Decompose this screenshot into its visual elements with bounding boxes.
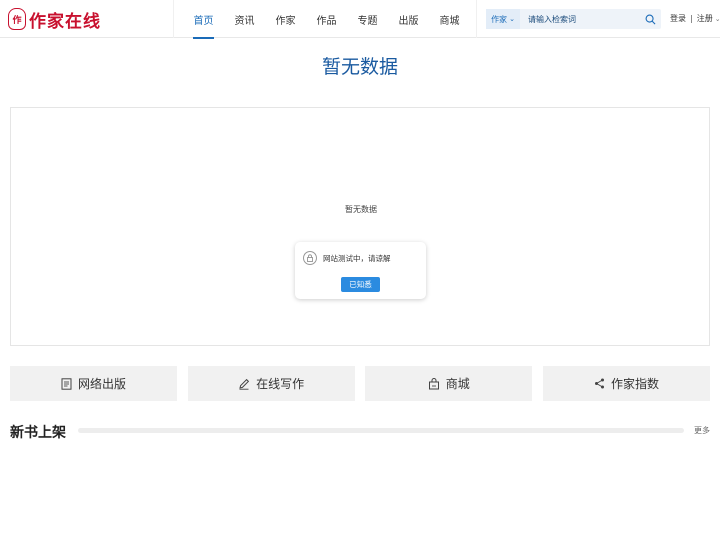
search-button[interactable] [639,9,661,29]
page-title: 暂无数据 [321,56,398,78]
nav-item-publishing[interactable]: 出版 [388,0,429,38]
logo-text: 作家在线 [29,11,101,32]
acknowledge-button[interactable]: 已知悉 [341,277,380,292]
nav-item-works[interactable]: 作品 [306,0,347,38]
dialog-message: 网站测试中，请谅解 [323,254,391,263]
feature-label: 商城 [445,377,470,391]
document-icon [61,377,72,390]
auth-separator: | [690,14,693,23]
feature-label: 在线写作 [256,377,305,391]
search-type-select[interactable]: 作家 ⌄ [486,9,520,29]
register-link[interactable]: 注册 [697,13,713,24]
logo-seal-icon: 作 [8,8,26,30]
feature-writer-index[interactable]: 作家指数 [542,366,710,401]
search-icon [645,14,655,24]
lock-icon [303,251,317,265]
new-books-title: 新书上架 [10,425,66,441]
search-type-label: 作家 [491,14,508,24]
feature-online-writing[interactable]: 在线写作 [187,366,355,401]
empty-state-text: 暂无数据 [345,205,377,214]
notice-dialog: 网站测试中，请谅解 已知悉 [295,242,426,299]
nav-item-topics[interactable]: 专题 [347,0,388,38]
feature-label: 网络出版 [77,377,126,391]
nav-item-news[interactable]: 资讯 [224,0,265,38]
site-logo[interactable]: 作 作家在线 [8,6,101,32]
section-divider [78,428,684,433]
login-link[interactable]: 登录 [670,13,686,24]
search-input[interactable] [520,9,639,29]
chevron-down-icon: ⌄ [509,15,515,23]
share-icon [594,378,604,389]
feature-online-publishing[interactable]: 网络出版 [10,366,177,401]
feature-buttons: 网络出版 在线写作 商城 作家指数 [10,366,710,401]
feature-mall[interactable]: 商城 [365,366,533,401]
nav-item-home[interactable]: 首页 [183,0,224,39]
nav-divider-right [476,0,477,38]
search-bar: 作家 ⌄ [486,9,661,29]
content-panel: 暂无数据 网站测试中，请谅解 已知悉 [10,107,710,346]
top-header: 作 作家在线 首页 资讯 作家 作品 专题 出版 商城 作家 ⌄ 登录 | 注册… [0,0,720,39]
main-nav: 首页 资讯 作家 作品 专题 出版 商城 [183,0,470,39]
chevron-down-icon[interactable]: ⌄ [715,15,720,23]
nav-item-mall[interactable]: 商城 [429,0,470,38]
nav-item-writers[interactable]: 作家 [265,0,306,38]
nav-divider-left [173,0,174,38]
shop-icon [428,377,439,389]
more-link[interactable]: 更多 [694,425,710,436]
auth-links: 登录 | 注册 ⌄ [670,13,720,24]
pen-icon [239,378,250,390]
feature-label: 作家指数 [610,377,659,391]
